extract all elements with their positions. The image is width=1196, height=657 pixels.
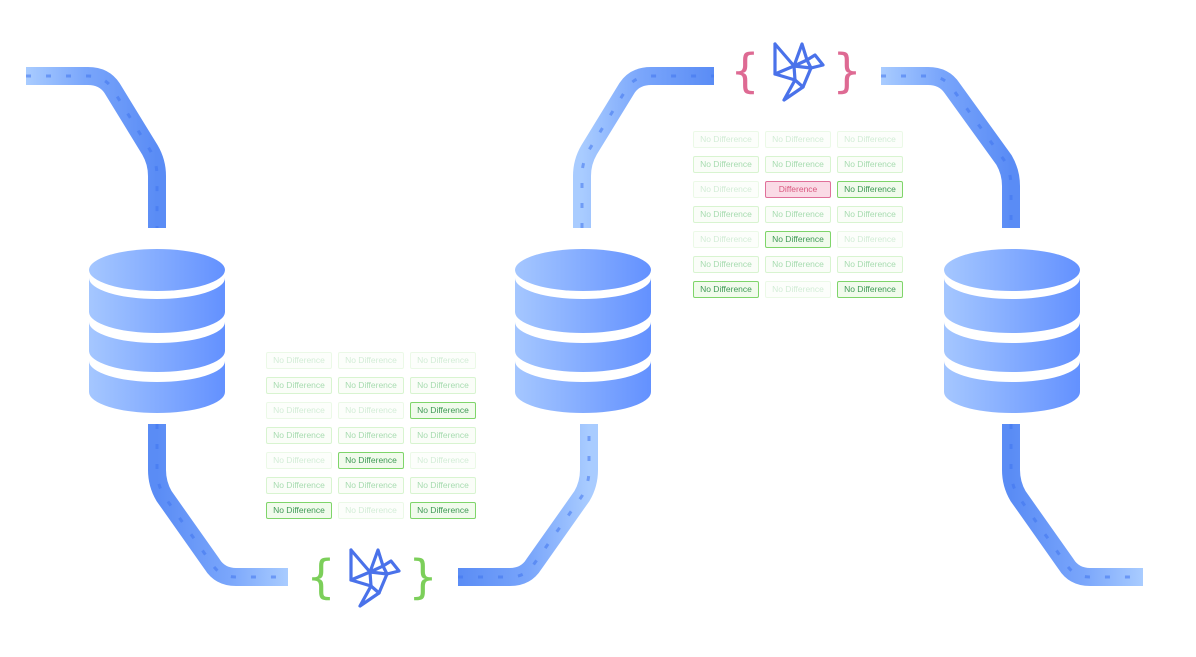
origami-bird-icon: [349, 548, 401, 608]
no-difference-cell: No Difference: [693, 131, 759, 148]
no-difference-cell: No Difference: [410, 352, 476, 369]
no-difference-cell: No Difference: [266, 427, 332, 444]
no-difference-cell: No Difference: [338, 402, 404, 419]
origami-bird-icon: [773, 42, 825, 102]
no-difference-cell: No Difference: [410, 402, 476, 419]
no-difference-cell: No Difference: [765, 256, 831, 273]
no-difference-cell: No Difference: [693, 281, 759, 298]
no-difference-cell: No Difference: [338, 352, 404, 369]
no-difference-cell: No Difference: [765, 131, 831, 148]
no-difference-cell: No Difference: [410, 502, 476, 519]
database-top: [944, 249, 1080, 291]
no-difference-cell: No Difference: [338, 427, 404, 444]
pipe-flow-dashes: [26, 74, 159, 228]
no-difference-cell: No Difference: [410, 377, 476, 394]
pipe-middle-in: [458, 424, 598, 586]
diff-tool-bottom: {}: [306, 548, 438, 608]
no-difference-cell: No Difference: [765, 156, 831, 173]
middle-database: [515, 249, 651, 413]
no-difference-cell: No Difference: [266, 477, 332, 494]
no-difference-cell: No Difference: [410, 452, 476, 469]
no-difference-cell: No Difference: [338, 477, 404, 494]
no-difference-cell: No Difference: [266, 377, 332, 394]
no-difference-cell: No Difference: [410, 427, 476, 444]
no-difference-cell: No Difference: [266, 452, 332, 469]
pipe-source-out: [148, 424, 288, 586]
database-top: [515, 249, 651, 291]
pipe-target-out: [1002, 424, 1143, 586]
no-difference-cell: No Difference: [765, 231, 831, 248]
no-difference-cell: No Difference: [338, 502, 404, 519]
no-difference-cell: No Difference: [338, 452, 404, 469]
source-database: [89, 249, 225, 413]
no-difference-cell: No Difference: [693, 206, 759, 223]
no-difference-cell: No Difference: [837, 156, 903, 173]
pipe-source-in: [26, 67, 166, 228]
no-difference-cell: No Difference: [765, 206, 831, 223]
no-difference-cell: No Difference: [837, 281, 903, 298]
no-difference-cell: No Difference: [693, 181, 759, 198]
no-difference-cell: No Difference: [693, 156, 759, 173]
diff-tool-top: {}: [730, 42, 862, 102]
no-difference-cell: No Difference: [837, 256, 903, 273]
no-difference-cell: No Difference: [693, 231, 759, 248]
database-top: [89, 249, 225, 291]
no-difference-cell: No Difference: [837, 206, 903, 223]
no-difference-cell: No Difference: [410, 477, 476, 494]
no-difference-cell: No Difference: [765, 281, 831, 298]
no-difference-cell: No Difference: [338, 377, 404, 394]
no-difference-cell: No Difference: [266, 502, 332, 519]
no-difference-cell: No Difference: [266, 352, 332, 369]
right-brace: }: [408, 550, 437, 604]
no-difference-cell: No Difference: [693, 256, 759, 273]
pipeline-diagram: {}{}: [26, 42, 1143, 608]
no-difference-cell: No Difference: [837, 231, 903, 248]
no-difference-cell: No Difference: [266, 402, 332, 419]
target-database: [944, 249, 1080, 413]
difference-cell: Difference: [765, 181, 831, 198]
right-brace: }: [832, 44, 861, 98]
no-difference-cell: No Difference: [837, 131, 903, 148]
left-brace: {: [306, 550, 335, 604]
left-brace: {: [730, 44, 759, 98]
no-difference-cell: No Difference: [837, 181, 903, 198]
